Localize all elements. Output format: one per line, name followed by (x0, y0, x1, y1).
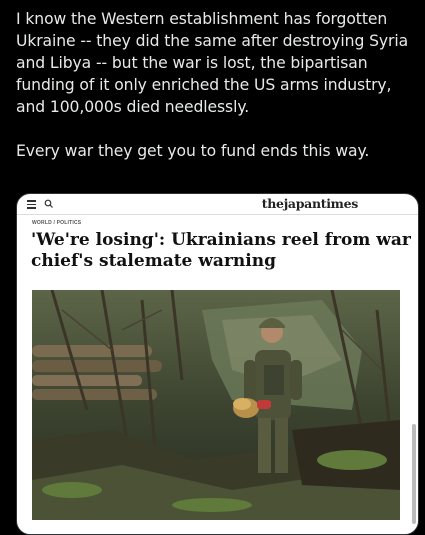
hamburger-menu-icon[interactable] (27, 200, 36, 209)
article-headline[interactable]: 'We're losing': Ukrainians reel from war… (31, 230, 411, 272)
article-kicker: WORLD / POLITICS (32, 220, 82, 226)
article-photo (32, 290, 400, 520)
post-text: I know the Western establishment has for… (16, 8, 416, 162)
scrollbar[interactable] (412, 424, 416, 524)
site-logo[interactable]: thejapantimes (262, 196, 359, 211)
post-paragraph-1: I know the Western establishment has for… (16, 10, 409, 116)
search-icon[interactable] (44, 199, 54, 209)
soldier-in-trench-image (32, 290, 400, 520)
link-preview-card[interactable]: thejapantimes WORLD / POLITICS 'We're lo… (16, 193, 419, 535)
post-paragraph-2: Every war they get you to fund ends this… (16, 142, 370, 160)
site-header: thejapantimes (17, 194, 418, 215)
